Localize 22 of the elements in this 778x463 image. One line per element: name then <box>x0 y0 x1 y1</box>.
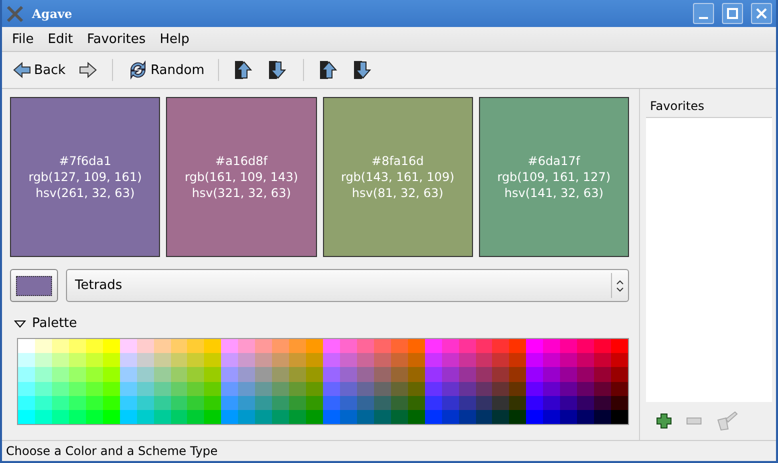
menu-item[interactable]: File <box>6 30 40 48</box>
hex-value: #8fa16d <box>372 153 424 169</box>
hex-value: #a16d8f <box>215 153 268 169</box>
rgb-value: rgb(109, 161, 127) <box>497 169 611 185</box>
rgb-value: rgb(143, 161, 109) <box>340 169 454 185</box>
window-title: Agave <box>32 6 74 20</box>
hsv-value: hsv(321, 32, 63) <box>192 185 291 201</box>
menu-item[interactable]: Favorites <box>80 30 152 48</box>
menu-item[interactable]: Help <box>154 30 196 48</box>
hsv-value: hsv(141, 32, 63) <box>504 185 604 201</box>
rgb-value: rgb(161, 109, 143) <box>184 169 298 185</box>
palette-expander[interactable]: Palette <box>10 316 82 331</box>
hsv-value: hsv(261, 32, 63) <box>36 185 135 201</box>
rgb-value: rgb(127, 109, 161) <box>28 169 142 185</box>
scheme-dropdown[interactable]: Tetrads <box>66 269 629 302</box>
back-button[interactable]: Back <box>8 58 70 82</box>
hex-value: #7f6da1 <box>59 153 112 169</box>
hsv-value: hsv(81, 32, 63) <box>352 185 444 201</box>
hex-value: #6da17f <box>528 153 580 169</box>
random-button[interactable]: Random <box>122 57 208 83</box>
status-bar: Choose a Color and a Scheme Type <box>2 440 776 461</box>
menu-item[interactable]: Edit <box>42 30 79 48</box>
